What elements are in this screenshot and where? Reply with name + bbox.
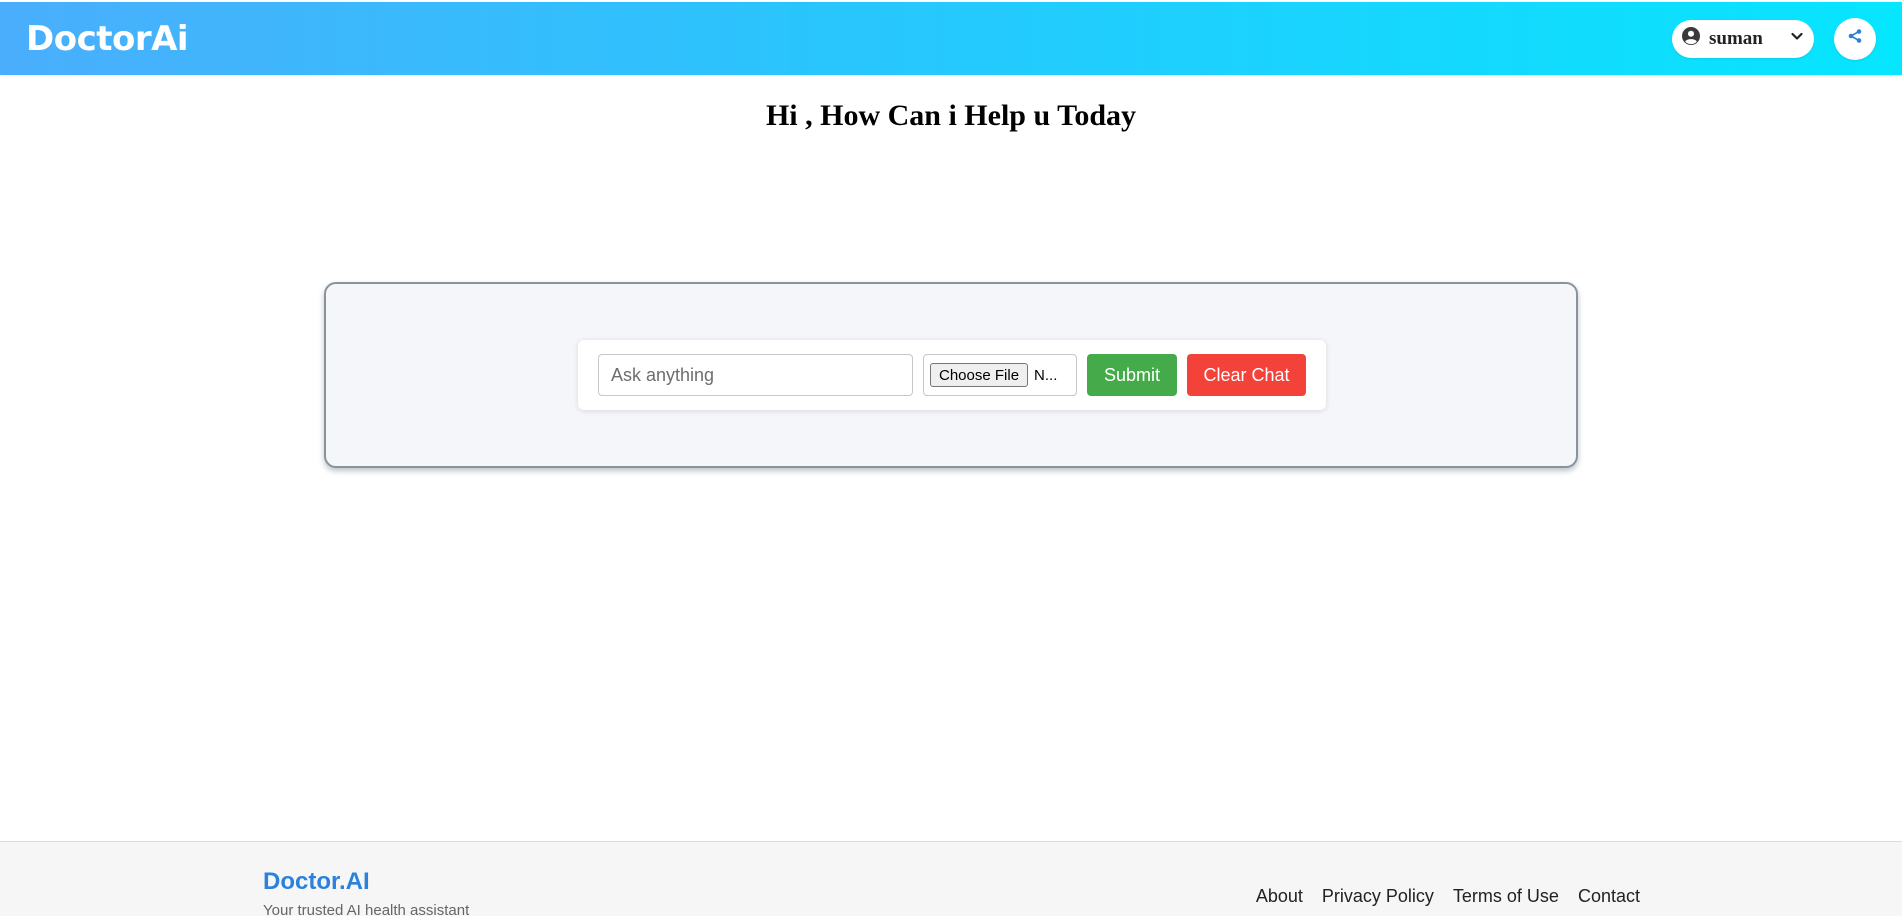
footer-brand: Doctor.AI (263, 868, 370, 895)
footer-tagline: Your trusted AI health assistant (263, 902, 470, 916)
user-circle-icon (1682, 27, 1700, 50)
chat-input-bar: Choose File N... Submit Clear Chat (578, 340, 1326, 410)
header-actions: suman (1672, 17, 1876, 60)
chat-container: Choose File N... Submit Clear Chat (324, 282, 1578, 468)
footer-link-terms-of-use[interactable]: Terms of Use (1453, 886, 1559, 907)
share-icon (1847, 28, 1863, 49)
clear-chat-button[interactable]: Clear Chat (1187, 354, 1306, 396)
footer-links: About Privacy Policy Terms of Use Contac… (1256, 886, 1640, 907)
username-label: suman (1709, 27, 1763, 49)
footer-link-contact[interactable]: Contact (1578, 886, 1640, 907)
top-navbar: DoctorAi suman (0, 2, 1902, 75)
chevron-down-icon (1790, 29, 1804, 48)
page-footer: Doctor.AI Your trusted AI health assista… (0, 841, 1902, 916)
choose-file-button[interactable]: Choose File (930, 363, 1029, 387)
page-title: Hi , How Can i Help u Today (765, 99, 1137, 132)
footer-link-about[interactable]: About (1256, 886, 1303, 907)
submit-button[interactable]: Submit (1087, 354, 1177, 396)
file-input[interactable]: Choose File N... (923, 354, 1077, 396)
share-button[interactable] (1834, 17, 1876, 60)
app-logo[interactable]: DoctorAi (26, 19, 189, 59)
ask-input[interactable] (598, 354, 913, 396)
user-menu-button[interactable]: suman (1672, 19, 1814, 58)
file-status-text: N... (1034, 366, 1058, 384)
footer-link-privacy-policy[interactable]: Privacy Policy (1322, 886, 1434, 907)
